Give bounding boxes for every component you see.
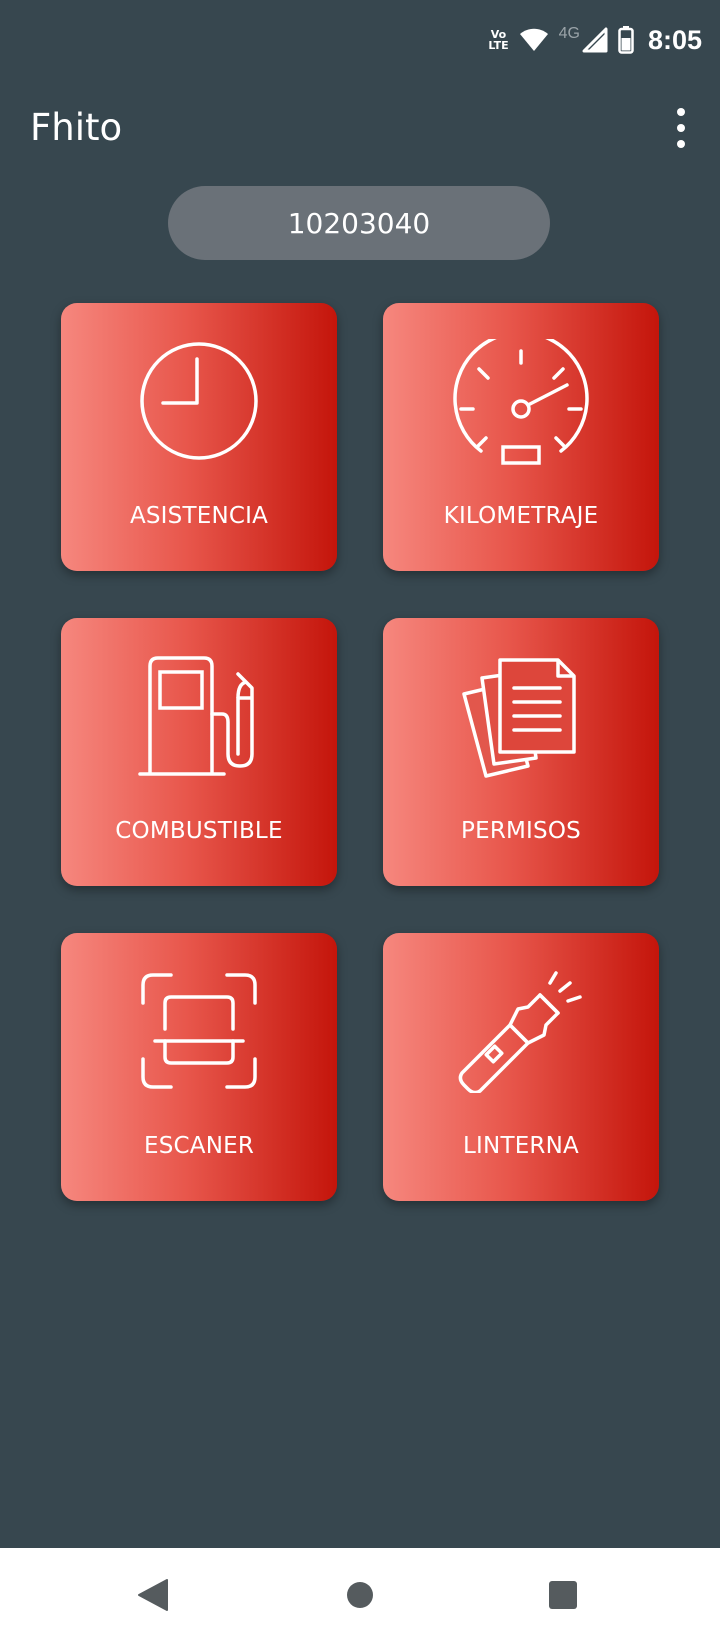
- network-type-label: 4G: [558, 25, 580, 42]
- scanner-icon: [141, 973, 257, 1089]
- app-title: Fhito: [30, 106, 123, 149]
- recents-icon[interactable]: [538, 1570, 588, 1620]
- tile-linterna[interactable]: LINTERNA: [383, 933, 659, 1201]
- tile-permisos[interactable]: PERMISOS: [383, 618, 659, 886]
- more-vert-icon[interactable]: [666, 108, 696, 148]
- tile-label: COMBUSTIBLE: [115, 818, 283, 844]
- menu-dot: [677, 140, 685, 148]
- documents-icon: [462, 658, 576, 778]
- status-icons: Vo LTE 4G 8:05: [488, 22, 702, 58]
- volte-icon: Vo LTE: [488, 29, 508, 51]
- status-bar: Vo LTE 4G 8:05: [0, 0, 720, 80]
- home-icon[interactable]: [335, 1570, 385, 1620]
- system-nav-bar: [0, 1548, 720, 1640]
- battery-icon: [618, 26, 634, 54]
- speedometer-icon: [453, 339, 589, 465]
- tile-label: KILOMETRAJE: [443, 503, 599, 529]
- flashlight-icon: [458, 971, 582, 1093]
- app-screen: Vo LTE 4G 8:05 Fhito 10203040 ASISTENCIA…: [0, 0, 720, 1640]
- menu-dot: [677, 108, 685, 116]
- signal-icon: [582, 27, 608, 53]
- tile-label: PERMISOS: [461, 818, 581, 844]
- clock-icon: [140, 342, 258, 460]
- device-code-display: 10203040: [168, 186, 550, 260]
- tile-asistencia[interactable]: ASISTENCIA: [61, 303, 337, 571]
- volte-bottom-text: LTE: [488, 39, 509, 52]
- status-time: 8:05: [647, 24, 702, 55]
- tile-label: ESCANER: [143, 1133, 255, 1159]
- tile-label: LINTERNA: [463, 1133, 579, 1159]
- wifi-icon: [519, 28, 548, 51]
- tile-kilometraje[interactable]: KILOMETRAJE: [383, 303, 659, 571]
- back-icon[interactable]: [128, 1570, 178, 1620]
- tile-escaner[interactable]: ESCANER: [61, 933, 337, 1201]
- tile-label: ASISTENCIA: [129, 503, 269, 529]
- tile-combustible[interactable]: COMBUSTIBLE: [61, 618, 337, 886]
- app-bar: Fhito: [0, 96, 720, 168]
- menu-dot: [677, 124, 685, 132]
- fuel-pump-icon: [138, 656, 254, 776]
